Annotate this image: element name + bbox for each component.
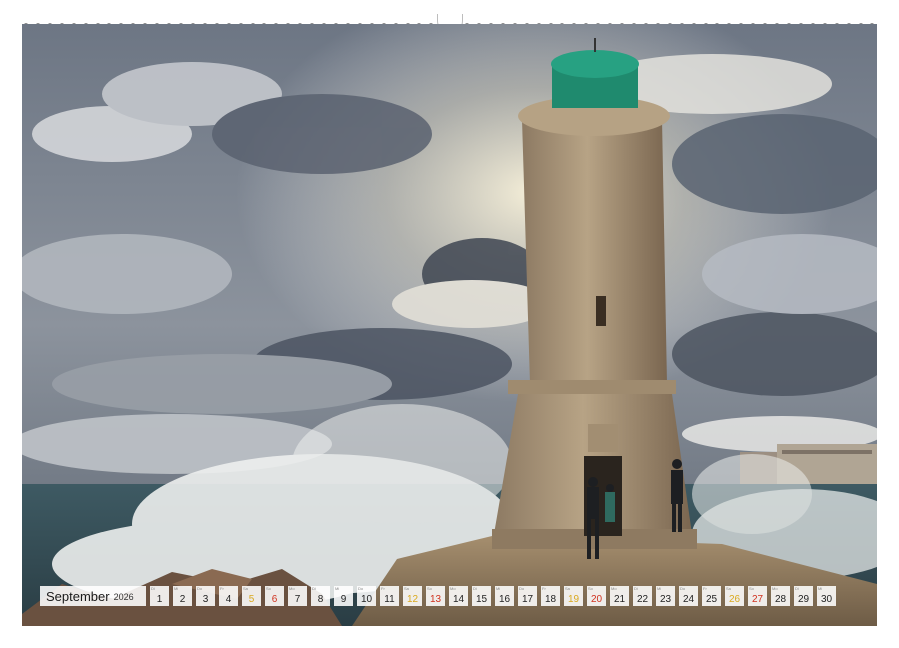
day-cell: Fr 25: [702, 586, 721, 606]
lighthouse-photo: [22, 24, 877, 626]
day-cell: Fr 18: [541, 586, 560, 606]
day-cell: Di 1: [150, 586, 169, 606]
day-cell: Sa 5: [242, 586, 261, 606]
weekday-label: Do: [197, 586, 203, 591]
day-cell: Di 22: [633, 586, 652, 606]
day-cell: Do 24: [679, 586, 698, 606]
day-number: 26: [728, 594, 741, 605]
weekday-label: Mi: [496, 586, 501, 591]
weekday-label: Di: [312, 586, 316, 591]
month-label: September 2026: [40, 586, 146, 606]
weekday-label: Di: [634, 586, 638, 591]
weekday-label: So: [588, 586, 593, 591]
month-name: September: [46, 588, 110, 604]
day-number: 19: [567, 594, 580, 605]
day-number: 27: [751, 594, 764, 605]
weekday-label: Mi: [174, 586, 179, 591]
day-cell: Mo 21: [610, 586, 629, 606]
weekday-label: Di: [473, 586, 477, 591]
weekday-label: Di: [151, 586, 155, 591]
day-number: 3: [202, 594, 209, 605]
weekday-label: Fr: [381, 586, 385, 591]
weekday-label: So: [749, 586, 754, 591]
weekday-label: Sa: [404, 586, 409, 591]
day-cell: Mi 2: [173, 586, 192, 606]
day-number: 29: [797, 594, 810, 605]
day-number: 11: [384, 594, 395, 605]
day-number: 2: [179, 594, 186, 605]
day-number: 8: [317, 594, 324, 605]
weekday-label: Mi: [818, 586, 823, 591]
weekday-label: Di: [795, 586, 799, 591]
day-cell: Mi 23: [656, 586, 675, 606]
day-cell: Sa 19: [564, 586, 583, 606]
day-number: 13: [429, 594, 442, 605]
day-cell: Do 3: [196, 586, 215, 606]
weekday-label: So: [266, 586, 271, 591]
weekday-label: Fr: [703, 586, 707, 591]
weekday-label: So: [427, 586, 432, 591]
day-cell: Mi 9: [334, 586, 353, 606]
weekday-label: Fr: [542, 586, 546, 591]
day-cell: Sa 12: [403, 586, 422, 606]
weekday-label: Sa: [726, 586, 731, 591]
day-number: 24: [682, 594, 695, 605]
day-cell: Mo 28: [771, 586, 790, 606]
weekday-label: Mo: [289, 586, 295, 591]
day-cell: Mi 16: [495, 586, 514, 606]
day-number: 12: [406, 594, 419, 605]
weekday-label: Do: [519, 586, 525, 591]
day-number: 22: [636, 594, 649, 605]
month-year: 2026: [113, 592, 134, 602]
day-cell: Fr 4: [219, 586, 238, 606]
day-cell: So 6: [265, 586, 284, 606]
day-number: 30: [820, 594, 833, 605]
day-cell: Di 15: [472, 586, 491, 606]
weekday-label: Do: [680, 586, 686, 591]
weekday-label: Mo: [611, 586, 617, 591]
day-cell: Di 29: [794, 586, 813, 606]
day-number: 9: [340, 594, 347, 605]
weekday-label: Sa: [243, 586, 248, 591]
day-number: 4: [225, 594, 232, 605]
weekday-label: Do: [358, 586, 364, 591]
weekday-label: Sa: [565, 586, 570, 591]
day-number: 15: [475, 594, 488, 605]
day-number: 25: [705, 594, 718, 605]
day-number: 21: [613, 594, 626, 605]
calendar-bar: September 2026 Di 1 Mi 2 Do 3 Fr 4 Sa 5 So 6 Mo 7 Di 8 M…: [40, 586, 836, 606]
day-number: 1: [156, 594, 163, 605]
day-cell: Mo 14: [449, 586, 468, 606]
day-number: 7: [294, 594, 301, 605]
day-cell: So 20: [587, 586, 606, 606]
day-number: 6: [271, 594, 278, 605]
day-cell: Do 17: [518, 586, 537, 606]
weekday-label: Mo: [450, 586, 456, 591]
day-cell: Sa 26: [725, 586, 744, 606]
day-cell: So 13: [426, 586, 445, 606]
weekday-label: Mi: [335, 586, 340, 591]
day-cell: Fr 11: [380, 586, 399, 606]
day-cell: Mi 30: [817, 586, 836, 606]
weekday-label: Mo: [772, 586, 778, 591]
day-number: 20: [590, 594, 603, 605]
weekday-label: Fr: [220, 586, 224, 591]
day-number: 10: [360, 594, 373, 605]
day-number: 23: [659, 594, 672, 605]
day-cell: So 27: [748, 586, 767, 606]
day-number: 17: [521, 594, 534, 605]
day-cell: Mo 7: [288, 586, 307, 606]
weekday-label: Mi: [657, 586, 662, 591]
day-cells: Di 1 Mi 2 Do 3 Fr 4 Sa 5 So 6 Mo 7 Di 8 Mi 9 Do 10 Fr 11 Sa 12 S…: [150, 586, 836, 606]
day-cell: Do 10: [357, 586, 376, 606]
day-number: 14: [452, 594, 465, 605]
day-number: 28: [774, 594, 787, 605]
day-number: 18: [544, 594, 557, 605]
day-number: 5: [248, 594, 255, 605]
day-cell: Di 8: [311, 586, 330, 606]
photo-scene: [22, 24, 877, 626]
day-number: 16: [498, 594, 511, 605]
